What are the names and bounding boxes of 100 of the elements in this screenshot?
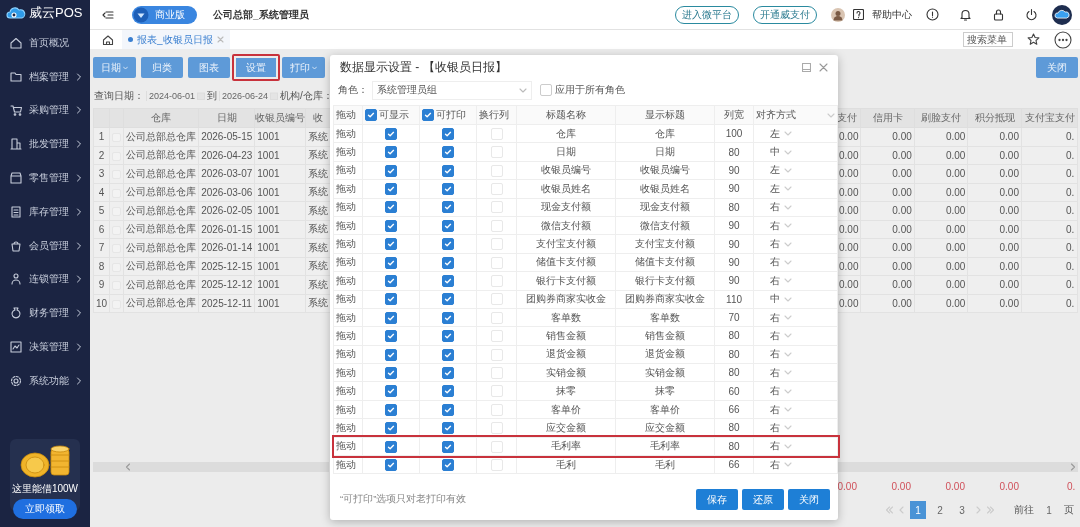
- drag-handle[interactable]: 拖动: [333, 124, 363, 143]
- checkbox[interactable]: [384, 238, 397, 251]
- sidebar-item[interactable]: 首页概况: [0, 26, 90, 60]
- checkbox[interactable]: [441, 275, 454, 287]
- drag-handle[interactable]: 拖动: [333, 198, 363, 217]
- display-title-field[interactable]: 客单数: [615, 308, 715, 327]
- checkbox[interactable]: [384, 458, 397, 471]
- column-width-field[interactable]: 80: [714, 418, 754, 438]
- column-width-field[interactable]: 90: [714, 271, 754, 290]
- display-title-field[interactable]: 微信支付额: [615, 216, 715, 235]
- drag-handle[interactable]: 拖动: [333, 437, 363, 456]
- checkbox[interactable]: [441, 183, 454, 196]
- display-title-field[interactable]: 支付宝支付额: [615, 234, 715, 254]
- checkbox[interactable]: [384, 440, 397, 453]
- checkbox[interactable]: [384, 366, 397, 379]
- checkbox[interactable]: [384, 403, 397, 416]
- drag-handle[interactable]: 拖动: [333, 161, 363, 180]
- display-title-field[interactable]: 抹零: [615, 381, 715, 401]
- drag-handle[interactable]: 拖动: [333, 234, 363, 254]
- checkbox[interactable]: [384, 348, 397, 361]
- lock-icon[interactable]: [992, 8, 1005, 21]
- checkbox[interactable]: [441, 127, 454, 140]
- display-title-field[interactable]: 银行卡支付额: [615, 271, 715, 290]
- display-title-field[interactable]: 日期: [615, 142, 715, 162]
- column-width-field[interactable]: 80: [714, 198, 754, 217]
- align-select[interactable]: 右: [770, 329, 793, 343]
- column-width-field[interactable]: 80: [714, 142, 754, 162]
- checkbox[interactable]: [384, 293, 397, 306]
- checkbox[interactable]: [441, 330, 454, 343]
- checkbox[interactable]: [441, 403, 454, 416]
- column-width-field[interactable]: 60: [714, 381, 754, 401]
- checkbox[interactable]: [441, 366, 454, 379]
- display-title-field[interactable]: 实销金额: [615, 363, 715, 382]
- drag-handle[interactable]: 拖动: [333, 216, 363, 235]
- avatar-icon[interactable]: [831, 7, 845, 22]
- checkbox[interactable]: [441, 348, 454, 361]
- checkbox[interactable]: [441, 146, 454, 159]
- star-icon[interactable]: [1027, 33, 1040, 46]
- checkbox[interactable]: [384, 275, 397, 287]
- claim-button[interactable]: 立即领取: [13, 499, 77, 519]
- checkbox[interactable]: [540, 84, 552, 96]
- sidebar-item[interactable]: 零售管理: [0, 161, 90, 195]
- column-width-field[interactable]: 90: [714, 253, 754, 272]
- column-width-field[interactable]: 70: [714, 308, 754, 327]
- drag-handle[interactable]: 拖动: [333, 253, 363, 272]
- sidebar-item[interactable]: 库存管理: [0, 195, 90, 229]
- checkbox[interactable]: [441, 311, 454, 324]
- display-title-field[interactable]: 团购券商家实收金: [615, 290, 715, 309]
- checkbox[interactable]: [384, 127, 397, 140]
- drag-handle[interactable]: 拖动: [333, 179, 363, 199]
- drag-handle[interactable]: 拖动: [333, 142, 363, 162]
- page-input[interactable]: 1: [1040, 503, 1058, 517]
- display-title-field[interactable]: 销售金额: [615, 326, 715, 346]
- sidebar-item[interactable]: 档案管理: [0, 59, 90, 94]
- column-width-field[interactable]: 66: [714, 455, 754, 474]
- checkbox[interactable]: [384, 219, 397, 232]
- checkbox[interactable]: [441, 238, 454, 251]
- checkbox[interactable]: [441, 201, 454, 214]
- search-field[interactable]: 搜索菜单: [963, 32, 1013, 47]
- drag-handle[interactable]: 拖动: [333, 345, 363, 364]
- column-width-field[interactable]: 66: [714, 400, 754, 419]
- checkbox[interactable]: [384, 164, 397, 177]
- more-icon[interactable]: [1054, 30, 1072, 49]
- drag-handle[interactable]: 拖动: [333, 290, 363, 309]
- home-icon[interactable]: [102, 33, 114, 46]
- checkbox[interactable]: [384, 385, 397, 398]
- drag-handle[interactable]: 拖动: [333, 308, 363, 327]
- column-width-field[interactable]: 90: [714, 179, 754, 199]
- column-width-field[interactable]: 80: [714, 363, 754, 382]
- drag-handle[interactable]: 拖动: [333, 455, 363, 474]
- dialog-button[interactable]: 还原: [742, 489, 784, 510]
- checkbox[interactable]: [441, 385, 454, 398]
- checkbox[interactable]: [441, 256, 454, 269]
- checkbox[interactable]: [384, 330, 397, 343]
- display-title-field[interactable]: 现金支付额: [615, 198, 715, 217]
- checkbox[interactable]: [421, 109, 434, 121]
- checkbox[interactable]: [384, 201, 397, 214]
- sidebar-item[interactable]: 决策管理: [0, 330, 90, 364]
- page-button[interactable]: 2: [932, 501, 948, 519]
- info-icon[interactable]: [926, 8, 939, 21]
- close-icon[interactable]: [819, 62, 828, 72]
- tab[interactable]: 报表_收银员日报: [122, 30, 230, 49]
- display-title-field[interactable]: 毛利: [615, 455, 715, 474]
- power-icon[interactable]: [1025, 8, 1038, 21]
- bell-icon[interactable]: [959, 8, 972, 21]
- drag-handle[interactable]: 拖动: [333, 400, 363, 419]
- help-center-link[interactable]: 帮助中心: [872, 7, 912, 22]
- display-title-field[interactable]: 客单价: [615, 400, 715, 419]
- checkbox[interactable]: [441, 219, 454, 232]
- drag-handle[interactable]: 拖动: [333, 363, 363, 382]
- checkbox[interactable]: [384, 183, 397, 196]
- minimize-icon[interactable]: [802, 62, 811, 72]
- drag-handle[interactable]: 拖动: [333, 326, 363, 346]
- link-button[interactable]: 进入微平台: [675, 5, 739, 24]
- column-width-field[interactable]: 80: [714, 326, 754, 346]
- link-button[interactable]: 开通威支付: [753, 5, 817, 24]
- sidebar-item[interactable]: 连锁管理: [0, 262, 90, 297]
- dialog-button[interactable]: 关闭: [788, 489, 830, 510]
- column-width-field[interactable]: 110: [714, 290, 754, 309]
- checkbox[interactable]: [384, 256, 397, 269]
